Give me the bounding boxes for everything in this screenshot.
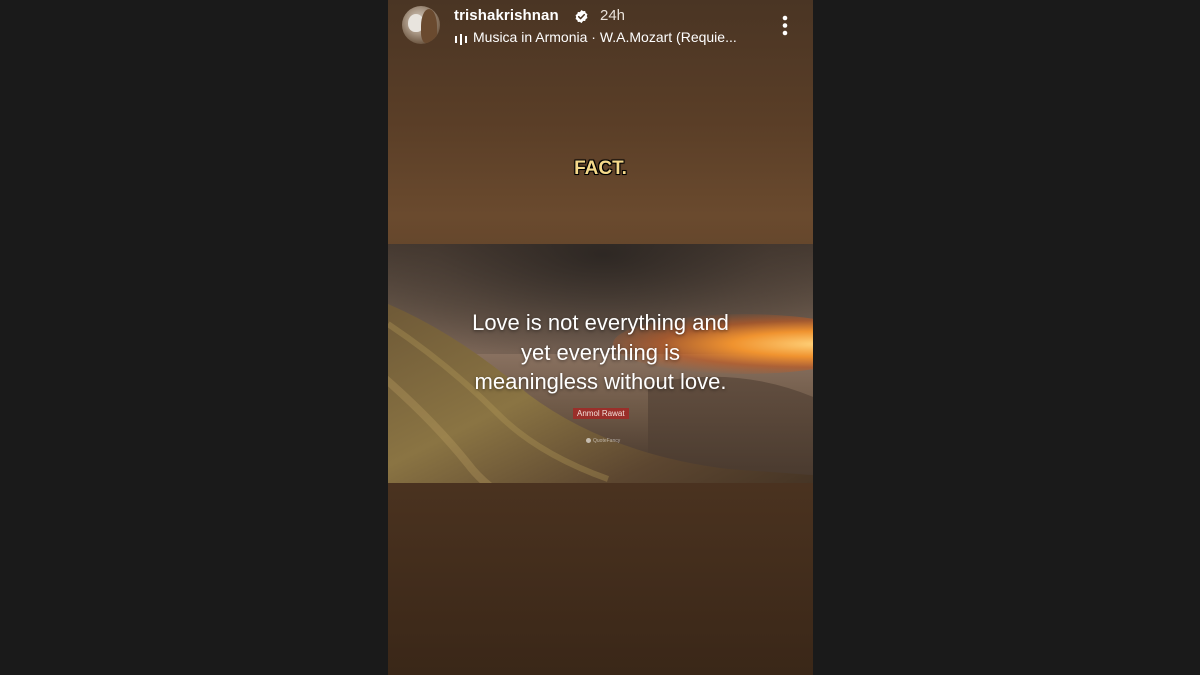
- story-frame[interactable]: trishakrishnan 24h Musica in Armonia · W…: [388, 0, 813, 675]
- quote-line: Love is not everything and: [472, 310, 729, 335]
- story-header: trishakrishnan 24h Musica in Armonia · W…: [388, 0, 813, 60]
- watermark-text: QuoteFancy: [593, 438, 621, 444]
- username[interactable]: trishakrishnan: [454, 7, 559, 24]
- quote-image: Love is not everything and yet everythin…: [388, 244, 813, 483]
- post-time: 24h: [600, 7, 626, 24]
- quote-watermark: QuoteFancy: [586, 438, 620, 444]
- avatar-photo-person: [421, 9, 437, 43]
- verified-badge-icon: [574, 9, 589, 24]
- music-track-label[interactable]: Musica in Armonia · W.A.Mozart (Requie..…: [473, 29, 737, 45]
- viewer-background: trishakrishnan 24h Musica in Armonia · W…: [0, 0, 1200, 675]
- watermark-logo-icon: [586, 438, 591, 444]
- quote-text: Love is not everything and yet everythin…: [388, 308, 813, 397]
- quote-author-badge: Anmol Rawat: [573, 408, 629, 419]
- audio-bars-icon: [455, 32, 467, 45]
- avatar[interactable]: [402, 6, 440, 44]
- story-caption: FACT.: [574, 158, 627, 179]
- more-vertical-icon[interactable]: [776, 14, 794, 38]
- quote-line: meaningless without love.: [474, 369, 727, 394]
- quote-line: yet everything is: [521, 339, 680, 365]
